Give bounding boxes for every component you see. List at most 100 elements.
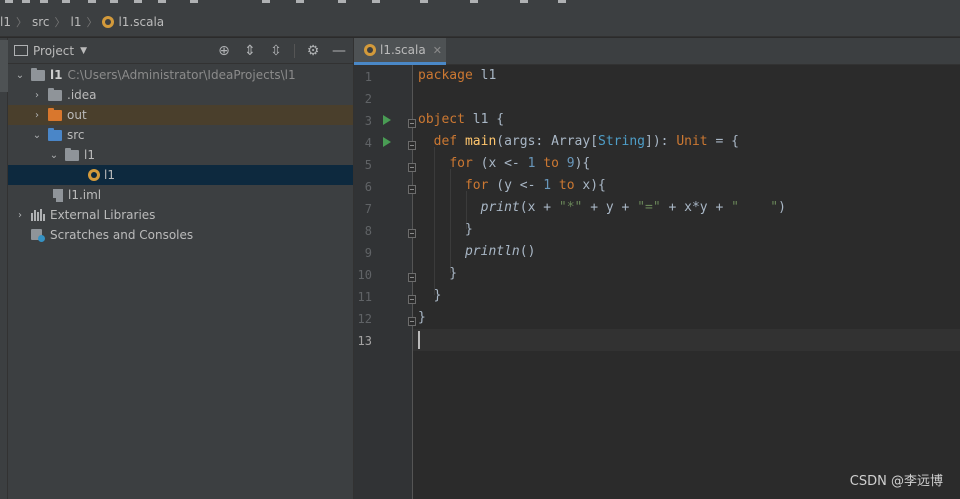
toolbar-divider	[294, 44, 295, 58]
code-line[interactable]: def main(args: Array[String]): Unit = {	[418, 131, 786, 153]
code-line[interactable]: for (x <- 1 to 9){	[418, 153, 786, 175]
project-panel: Project ▼ ⊕ ⇕ ⇳ ⚙ — ⌄ l1 C:\Users\Admini…	[8, 38, 353, 499]
breadcrumb-src[interactable]: src	[32, 15, 50, 29]
tree-item-out[interactable]: › out	[8, 105, 353, 125]
breadcrumb-separator: 〉	[86, 16, 98, 29]
line-number: 5	[364, 158, 372, 172]
tree-item-scratches[interactable]: Scratches and Consoles	[8, 225, 353, 245]
libraries-icon	[31, 209, 45, 221]
editor: l1.scala ✕ 1 2 3 4 5 6 7 8 9 10 11 12 13	[354, 38, 960, 499]
breadcrumb-project[interactable]: l1	[0, 15, 11, 29]
settings-icon[interactable]: ⚙	[305, 43, 321, 59]
line-number: 2	[364, 92, 372, 106]
tab-label: l1.scala	[380, 43, 426, 57]
tree-item-idea[interactable]: › .idea	[8, 85, 353, 105]
breadcrumb-label: l1	[0, 15, 11, 29]
fold-marker[interactable]	[408, 163, 416, 172]
tree-item-project-root[interactable]: ⌄ l1 C:\Users\Administrator\IdeaProjects…	[8, 65, 353, 85]
gutter	[354, 65, 412, 499]
code-line[interactable]	[418, 87, 786, 109]
tree-item-label: l1.iml	[68, 188, 102, 202]
locate-icon[interactable]: ⊕	[216, 43, 232, 59]
project-view-icon	[14, 45, 28, 56]
fold-marker[interactable]	[408, 185, 416, 194]
code-line[interactable]	[418, 329, 786, 351]
code-line[interactable]: for (y <- 1 to x){	[418, 175, 786, 197]
code-line[interactable]: }	[418, 307, 786, 329]
project-panel-toolbar: ⊕ ⇕ ⇳ ⚙ —	[216, 43, 347, 59]
code-line[interactable]: }	[418, 219, 786, 241]
chevron-right-icon[interactable]: ›	[31, 90, 43, 101]
tree-item-package-l1[interactable]: ⌄ l1	[8, 145, 353, 165]
tree-item-label: src	[67, 128, 85, 142]
line-number: 7	[364, 202, 372, 216]
source-folder-icon	[48, 127, 62, 141]
tree-item-iml[interactable]: l1.iml	[8, 185, 353, 205]
breadcrumb-separator: 〉	[54, 16, 66, 29]
fold-marker[interactable]	[408, 119, 416, 128]
tree-item-src[interactable]: ⌄ src	[8, 125, 353, 145]
close-icon[interactable]: ✕	[433, 44, 442, 57]
fold-marker[interactable]	[408, 141, 416, 150]
watermark: CSDN @李远博	[849, 474, 943, 489]
project-view-selector[interactable]: Project	[33, 44, 74, 58]
line-number: 4	[364, 136, 372, 150]
line-number-current: 13	[357, 334, 372, 348]
tree-item-label: Scratches and Consoles	[50, 228, 194, 242]
tree-item-label: l1	[84, 148, 95, 162]
tree-item-label: .idea	[67, 88, 97, 102]
code-editor[interactable]: 1 2 3 4 5 6 7 8 9 10 11 12 13 package l1…	[354, 65, 960, 499]
line-number: 6	[364, 180, 372, 194]
breadcrumb-file[interactable]: l1.scala	[102, 15, 164, 29]
line-number: 11	[357, 290, 372, 304]
collapse-all-icon[interactable]: ⇳	[268, 43, 284, 59]
fold-marker[interactable]	[408, 295, 416, 304]
breadcrumb-label: l1	[70, 15, 82, 29]
code-line[interactable]: object l1 {	[418, 109, 786, 131]
chevron-down-icon[interactable]: ⌄	[48, 150, 60, 161]
gutter-separator	[412, 65, 413, 499]
run-icon[interactable]	[383, 115, 391, 125]
folder-icon	[48, 87, 62, 101]
project-panel-header: Project ▼ ⊕ ⇕ ⇳ ⚙ —	[8, 38, 353, 64]
run-icon[interactable]	[383, 137, 391, 147]
excluded-folder-icon	[48, 107, 62, 121]
breadcrumb-package[interactable]: l1	[71, 15, 82, 29]
chevron-right-icon[interactable]: ›	[31, 110, 43, 121]
fold-marker[interactable]	[408, 273, 416, 282]
chevron-down-icon[interactable]: ⌄	[14, 70, 26, 81]
line-number: 9	[364, 246, 372, 260]
expand-all-icon[interactable]: ⇕	[242, 43, 258, 59]
tree-item-path: C:\Users\Administrator\IdeaProjects\l1	[67, 68, 296, 82]
tree-item-label: External Libraries	[50, 208, 156, 222]
project-tool-window-tab[interactable]	[0, 40, 8, 92]
chevron-down-icon[interactable]: ⌄	[31, 130, 43, 141]
module-folder-icon	[31, 67, 45, 81]
code-line[interactable]: }	[418, 285, 786, 307]
code-lines: package l1 object l1 { def main(args: Ar…	[418, 65, 786, 351]
tree-item-label: l1	[104, 168, 115, 182]
line-number: 12	[357, 312, 372, 326]
chevron-right-icon[interactable]: ›	[14, 210, 26, 221]
tree-item-file-l1[interactable]: l1	[8, 165, 353, 185]
code-line[interactable]: print(x + "*" + y + "=" + x*y + " ")	[418, 197, 786, 219]
scala-object-icon	[88, 169, 100, 181]
breadcrumb-label: src	[31, 15, 50, 29]
line-number: 1	[364, 70, 372, 84]
editor-tabs: l1.scala ✕	[354, 38, 960, 65]
line-number: 8	[364, 224, 372, 238]
tab-l1-scala[interactable]: l1.scala ✕	[354, 38, 446, 65]
hide-icon[interactable]: —	[331, 43, 347, 59]
scratches-icon	[31, 228, 45, 242]
code-line[interactable]: println()	[418, 241, 786, 263]
code-line[interactable]: package l1	[418, 65, 786, 87]
code-line[interactable]: }	[418, 263, 786, 285]
tool-window-stripe	[0, 38, 8, 499]
chevron-down-icon[interactable]: ▼	[80, 46, 87, 56]
tree-item-external-libraries[interactable]: › External Libraries	[8, 205, 353, 225]
fold-marker[interactable]	[408, 229, 416, 238]
fold-marker[interactable]	[408, 317, 416, 326]
breadcrumb-label: l1.scala	[118, 15, 165, 29]
module-file-icon	[51, 188, 63, 203]
tree-item-label: out	[67, 108, 87, 122]
